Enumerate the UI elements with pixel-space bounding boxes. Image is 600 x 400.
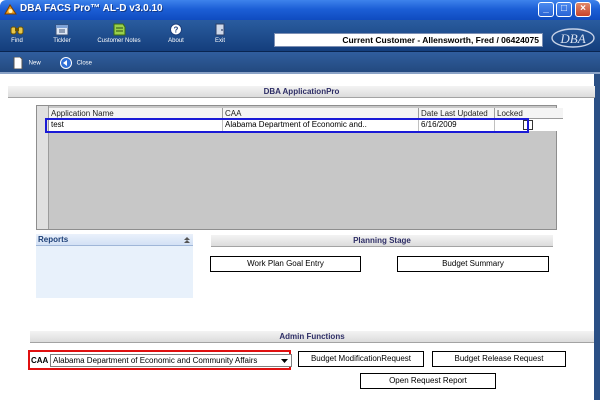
reports-title: Reports: [38, 235, 69, 244]
new-label: New: [28, 60, 41, 67]
reports-panel-header[interactable]: Reports: [36, 234, 193, 246]
exit-label: Exit: [214, 38, 225, 44]
budget-release-request-button[interactable]: Budget Release Request: [432, 351, 566, 367]
close-window-button[interactable]: ×: [575, 2, 591, 17]
svg-text:?: ?: [174, 26, 179, 35]
tickler-button[interactable]: Tickler: [49, 21, 75, 45]
admin-functions-title: Admin Functions: [30, 331, 594, 343]
close-label: Close: [76, 60, 93, 67]
caa-dropdown[interactable]: Alabama Department of Economic and Commu…: [50, 354, 292, 367]
budget-modification-request-button[interactable]: Budget ModificationRequest: [298, 351, 424, 367]
application-section-title: DBA ApplicationPro: [8, 86, 595, 98]
caa-selected-value: Alabama Department of Economic and Commu…: [53, 356, 258, 365]
maximize-button[interactable]: □: [556, 2, 572, 17]
work-plan-goal-entry-button[interactable]: Work Plan Goal Entry: [210, 256, 361, 272]
selected-row-highlight: [45, 118, 529, 133]
about-label: About: [168, 38, 184, 44]
calendar-icon: [55, 24, 69, 36]
new-button[interactable]: New: [12, 57, 41, 70]
caa-label: CAA: [31, 356, 49, 365]
app-logo-icon: [4, 4, 17, 15]
chevron-down-icon[interactable]: [279, 356, 290, 366]
help-icon: ?: [170, 23, 182, 36]
budget-summary-button[interactable]: Budget Summary: [397, 256, 549, 272]
back-arrow-icon: [60, 57, 72, 69]
close-button[interactable]: Close: [60, 57, 92, 70]
dba-logo-text: DBA: [559, 31, 585, 46]
exit-button[interactable]: Exit: [210, 21, 230, 45]
find-button[interactable]: Find: [5, 21, 29, 45]
window-title: DBA FACS Pro™ AL-D v3.0.10: [20, 3, 163, 14]
title-bar: DBA FACS Pro™ AL-D v3.0.10 _ □ ×: [0, 0, 600, 20]
current-customer-display: Current Customer - Allensworth, Fred / 0…: [274, 33, 543, 47]
minimize-button[interactable]: _: [538, 2, 554, 17]
exit-door-icon: [215, 23, 225, 36]
window-border: [594, 74, 600, 400]
binoculars-icon: [10, 26, 24, 35]
action-toolbar: New Close: [0, 52, 600, 74]
main-toolbar: Find Tickler Customer Notes ? About Exit: [0, 20, 600, 52]
dba-logo: DBA: [551, 28, 595, 48]
about-button[interactable]: ? About: [164, 21, 188, 45]
customer-notes-button[interactable]: Customer Notes: [92, 21, 146, 45]
reports-panel-body: [36, 246, 193, 298]
planning-stage-title: Planning Stage: [211, 235, 553, 247]
notes-icon: [113, 23, 126, 36]
new-document-icon: [13, 57, 23, 69]
open-request-report-button[interactable]: Open Request Report: [360, 373, 496, 389]
find-label: Find: [11, 38, 23, 44]
collapse-icon[interactable]: [184, 236, 190, 244]
customer-notes-label: Customer Notes: [97, 38, 141, 44]
tickler-label: Tickler: [53, 38, 71, 44]
